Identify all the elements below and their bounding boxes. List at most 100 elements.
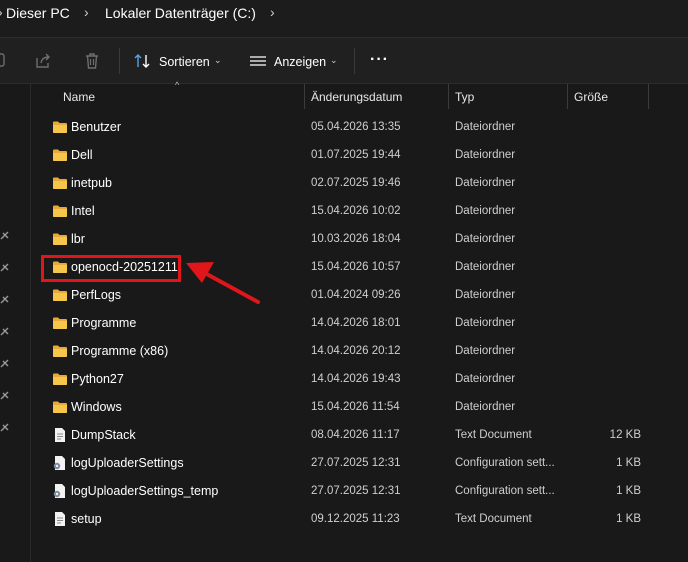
config-file-icon xyxy=(52,455,68,470)
file-name[interactable]: Benutzer xyxy=(71,120,121,134)
file-date: 10.03.2026 18:04 xyxy=(311,233,401,245)
file-date: 08.04.2026 11:17 xyxy=(311,429,400,441)
list-item[interactable]: inetpub 02.07.2025 19:46 Dateiordner xyxy=(38,170,688,198)
folder-icon xyxy=(52,288,68,302)
column-header-date[interactable]: Änderungsdatum xyxy=(311,90,402,112)
list-item[interactable]: logUploaderSettings 27.07.2025 12:31 Confi… xyxy=(38,450,688,478)
list-item[interactable]: PerfLogs 01.04.2024 09:26 Dateiordner xyxy=(38,282,688,310)
list-item[interactable]: logUploaderSettings_temp 27.07.2025 12:31… xyxy=(38,478,688,506)
file-date: 27.07.2025 12:31 xyxy=(311,485,401,497)
breadcrumb-this-pc[interactable]: Dieser PC xyxy=(6,5,70,21)
chevron-right-icon[interactable]: › xyxy=(84,4,89,20)
list-item[interactable]: Python27 14.04.2026 19:43 Dateiordner xyxy=(38,366,688,394)
file-date: 15.04.2026 10:02 xyxy=(311,205,401,217)
toolbar-divider xyxy=(354,48,355,74)
share-icon[interactable] xyxy=(34,52,52,70)
text-file-icon xyxy=(52,427,68,442)
file-type: Dateiordner xyxy=(455,233,516,245)
chevron-right-icon: › xyxy=(0,4,3,20)
folder-icon xyxy=(52,400,68,414)
file-name[interactable]: lbr xyxy=(71,232,85,246)
file-type: Dateiordner xyxy=(455,177,516,189)
pin-icon[interactable] xyxy=(0,262,10,272)
list-item[interactable]: lbr 10.03.2026 18:04 Dateiordner xyxy=(38,226,688,254)
file-type: Dateiordner xyxy=(455,345,516,357)
file-name[interactable]: Windows xyxy=(71,400,122,414)
pin-icon[interactable] xyxy=(0,358,10,368)
vertical-scrollbar[interactable] xyxy=(675,84,688,562)
pin-icon[interactable] xyxy=(0,390,10,400)
folder-icon xyxy=(52,204,68,218)
annotation-highlight-box xyxy=(41,255,181,282)
folder-icon xyxy=(52,316,68,330)
file-name[interactable]: Intel xyxy=(71,204,95,218)
column-divider[interactable] xyxy=(304,84,305,109)
list-item[interactable]: Windows 15.04.2026 11:54 Dateiordner xyxy=(38,394,688,422)
chevron-down-icon: ⌄ xyxy=(330,55,338,65)
file-size: 1 KB xyxy=(616,457,641,469)
file-type: Dateiordner xyxy=(455,121,516,133)
column-header-name[interactable]: Name xyxy=(63,90,95,112)
file-name[interactable]: DumpStack xyxy=(71,428,136,442)
folder-icon xyxy=(52,344,68,358)
file-name[interactable]: logUploaderSettings xyxy=(71,456,184,470)
pin-icon[interactable] xyxy=(0,422,10,432)
file-name[interactable]: logUploaderSettings_temp xyxy=(71,484,218,498)
copy-icon[interactable] xyxy=(0,52,6,68)
file-type: Dateiordner xyxy=(455,373,516,385)
navigation-pane xyxy=(0,84,28,562)
command-bar: Sortieren ⌄ Anzeigen ⌄ ··· xyxy=(0,37,688,84)
address-bar[interactable]: › Dieser PC › Lokaler Datenträger (C:) › xyxy=(0,0,688,37)
file-name[interactable]: Python27 xyxy=(71,372,124,386)
file-date: 01.04.2024 09:26 xyxy=(311,289,401,301)
list-item[interactable]: Intel 15.04.2026 10:02 Dateiordner xyxy=(38,198,688,226)
folder-icon xyxy=(52,372,68,386)
folder-icon xyxy=(52,148,68,162)
breadcrumb-local-disk[interactable]: Lokaler Datenträger (C:) xyxy=(105,5,256,21)
list-item[interactable]: Programme 14.04.2026 18:01 Dateiordner xyxy=(38,310,688,338)
column-divider[interactable] xyxy=(648,84,649,109)
folder-icon xyxy=(52,176,68,190)
column-header-size[interactable]: Größe xyxy=(574,90,608,112)
list-item[interactable]: Dell 01.07.2025 19:44 Dateiordner xyxy=(38,142,688,170)
file-name[interactable]: Programme xyxy=(71,316,136,330)
pane-divider[interactable] xyxy=(30,84,31,562)
chevron-down-icon: ⌄ xyxy=(214,55,222,65)
file-type: Dateiordner xyxy=(455,149,516,161)
delete-icon[interactable] xyxy=(84,52,100,70)
file-name[interactable]: setup xyxy=(71,512,102,526)
column-divider[interactable] xyxy=(448,84,449,109)
sort-button[interactable]: Sortieren xyxy=(159,55,210,69)
file-name[interactable]: PerfLogs xyxy=(71,288,121,302)
file-date: 14.04.2026 19:43 xyxy=(311,373,401,385)
pin-icon[interactable] xyxy=(0,326,10,336)
file-date: 15.04.2026 10:57 xyxy=(311,261,401,273)
pin-icon[interactable] xyxy=(0,294,10,304)
file-type: Text Document xyxy=(455,513,532,525)
file-name[interactable]: Dell xyxy=(71,148,93,162)
column-header-type[interactable]: Typ xyxy=(455,90,474,112)
file-name[interactable]: inetpub xyxy=(71,176,112,190)
more-options-button[interactable]: ··· xyxy=(370,51,389,69)
file-date: 14.04.2026 18:01 xyxy=(311,317,401,329)
file-size: 1 KB xyxy=(616,513,641,525)
file-date: 02.07.2025 19:46 xyxy=(311,177,401,189)
file-type: Dateiordner xyxy=(455,401,516,413)
list-item[interactable]: Benutzer 05.04.2026 13:35 Dateiordner xyxy=(38,114,688,142)
column-divider[interactable] xyxy=(567,84,568,109)
file-date: 15.04.2026 11:54 xyxy=(311,401,400,413)
list-item[interactable]: DumpStack 08.04.2026 11:17 Text Document 12… xyxy=(38,422,688,450)
file-type: Configuration sett... xyxy=(455,457,555,469)
view-icon xyxy=(250,56,266,66)
folder-icon xyxy=(52,120,68,134)
view-button[interactable]: Anzeigen xyxy=(274,55,326,69)
file-date: 01.07.2025 19:44 xyxy=(311,149,401,161)
text-file-icon xyxy=(52,511,68,526)
list-item[interactable]: setup 09.12.2025 11:23 Text Document 1 KB xyxy=(38,506,688,534)
pin-icon[interactable] xyxy=(0,230,10,240)
file-type: Dateiordner xyxy=(455,261,516,273)
list-item[interactable]: Programme (x86) 14.04.2026 20:12 Dateiordn… xyxy=(38,338,688,366)
chevron-right-icon[interactable]: › xyxy=(270,4,275,20)
file-name[interactable]: Programme (x86) xyxy=(71,344,168,358)
config-file-icon xyxy=(52,483,68,498)
